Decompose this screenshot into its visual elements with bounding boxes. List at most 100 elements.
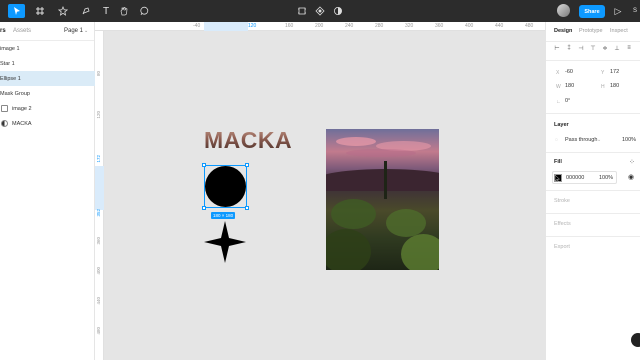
ruler-tick: 440 [96,297,101,305]
layer-item-ellipse-1[interactable]: Ellipse 1 [0,71,95,86]
h-label: H [601,84,605,90]
photo-image-layer[interactable] [326,129,439,270]
image-icon [1,105,8,112]
y-label: Y [601,70,605,76]
shape-tool-icon[interactable] [56,4,70,18]
ruler-tick: -40 [193,23,201,29]
move-tool-icon[interactable] [8,4,25,18]
tab-prototype[interactable]: Prototype [579,28,603,34]
ruler-tick: 400 [96,267,101,275]
tab-inspect[interactable]: Inspect [610,28,628,34]
play-icon[interactable]: ▷ [613,4,623,18]
align-left-icon[interactable]: ⊢ [553,44,561,52]
design-panel: Design Prototype Inspect ⊢ ‡ ⊣ ⊤ ≑ ⊥ ≡ X… [545,22,640,360]
tab-layers[interactable]: rs [0,28,6,34]
fill-opacity-field[interactable]: 100% [599,175,613,181]
component-icon[interactable] [296,4,308,18]
layer-item-image-2[interactable]: image 2 [0,101,95,116]
resize-handle[interactable] [202,163,206,167]
chevron-down-icon[interactable]: ⌄ [597,137,601,143]
resize-handle[interactable] [202,206,206,210]
stroke-section-title[interactable]: Stroke [554,198,570,204]
ruler-tick: 120 [96,111,101,119]
layer-label: MACKA [12,120,32,127]
layer-label: image 2 [12,105,32,112]
ruler-tick: 440 [495,23,504,29]
align-center-h-icon[interactable]: ‡ [565,44,573,52]
align-right-icon[interactable]: ⊣ [577,44,585,52]
mask-icon[interactable] [314,4,326,18]
eye-icon[interactable]: ◉ [628,173,634,181]
layer-item-macka[interactable]: MACKA [0,116,95,131]
resize-handle[interactable] [245,163,249,167]
ruler-tick: 360 [435,23,444,29]
effects-section-title[interactable]: Effects [554,221,571,227]
ruler-tick: 400 [465,23,474,29]
export-section-title[interactable]: Export [554,244,570,250]
rotation-icon: ∟ [556,99,561,105]
selection-box[interactable] [202,163,249,210]
contrast-icon[interactable] [332,4,344,18]
distribute-icon[interactable]: ≡ [625,44,633,52]
x-field[interactable]: -60 [565,69,573,75]
layer-opacity-field[interactable]: 100% [622,137,636,143]
ruler-tick: 480 [525,23,534,29]
frame-tool-icon[interactable] [33,4,47,18]
ruler-tick: 80 [96,71,101,77]
ruler-tick: 240 [345,23,354,29]
text-tool-icon[interactable]: T [100,4,112,18]
width-field[interactable]: 180 [565,83,574,89]
tab-design[interactable]: Design [554,28,572,34]
x-label: X [556,70,560,76]
align-center-v-icon[interactable]: ≑ [601,44,609,52]
layer-item-image-1[interactable]: image 1 [0,41,95,56]
layer-section-title: Layer [554,122,569,128]
ruler-tick: 160 [285,23,294,29]
tab-assets[interactable]: Assets [13,28,31,34]
layer-item-star-1[interactable]: Star 1 [0,56,95,71]
chevron-down-icon[interactable]: ⌄ [84,28,88,34]
ruler-tick: 480 [96,327,101,335]
macka-text-layer[interactable]: MACKA [204,127,292,154]
w-label: W [556,84,561,90]
layers-panel: rs Assets Page 1 ⌄ image 1 Star 1 Ellips… [0,22,95,360]
cursor-icon [555,175,560,182]
page-selector[interactable]: Page 1 [64,28,83,34]
ruler-top: -40 120 160 200 240 280 320 360 400 440 … [95,22,545,31]
blend-mode-select[interactable]: Pass through [565,137,597,143]
ruler-tick: 320 [405,23,414,29]
y-field[interactable]: 172 [610,69,619,75]
canvas[interactable]: MACKA 180 × 180 [104,31,545,360]
align-top-icon[interactable]: ⊤ [589,44,597,52]
ruler-tick: 172 [96,155,101,163]
fill-styles-icon[interactable]: ⁘ [629,158,635,166]
rotation-field[interactable]: 0° [565,98,570,104]
align-toolbar: ⊢ ‡ ⊣ ⊤ ≑ ⊥ ≡ [553,44,633,54]
toolbar-edge-label: S [632,8,637,14]
comment-tool-icon[interactable] [137,4,150,18]
align-bottom-icon[interactable]: ⊥ [613,44,621,52]
share-button[interactable]: Share [579,5,605,18]
ruler-tick: 280 [375,23,384,29]
boolean-group-icon [1,120,8,127]
hand-tool-icon[interactable] [117,4,130,18]
inspector-tabs: Design Prototype Inspect [546,22,640,42]
layer-label: Ellipse 1 [0,75,21,82]
ruler-tick: 120 [248,23,257,29]
star-layer[interactable] [204,221,246,263]
ruler-tick: 352 [96,209,101,217]
layer-item-mask-group[interactable]: Mask Group [0,86,95,101]
dimension-badge: 180 × 180 [211,212,236,219]
resize-handle[interactable] [245,206,249,210]
pen-tool-icon[interactable] [79,4,93,18]
help-button[interactable] [631,333,640,347]
ruler-left: 80 120 172 352 360 400 440 480 [95,31,104,360]
height-field[interactable]: 180 [610,83,619,89]
fill-hex-field[interactable]: 000000 [566,175,584,181]
avatar[interactable] [557,4,570,17]
toolbar: T Share ▷ S [0,0,640,22]
ruler-tick: 200 [315,23,324,29]
fill-section-title: Fill [554,159,562,165]
layers-tabs: rs Assets Page 1 ⌄ [0,22,94,41]
layer-label: Mask Group [0,90,30,97]
